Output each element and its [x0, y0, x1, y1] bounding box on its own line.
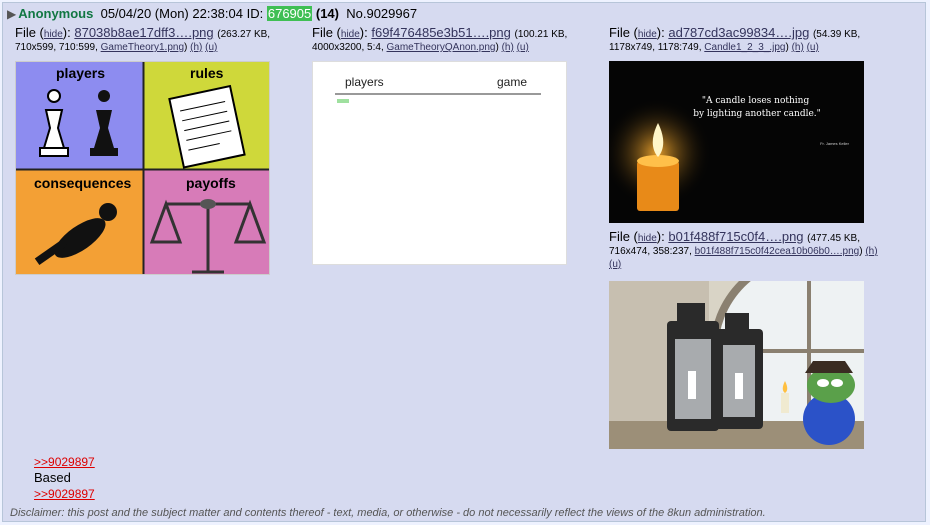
lanterns-frog-image — [609, 281, 864, 449]
file-info-3: File (hide): ad787cd3ac99834….jpg (54.39… — [609, 25, 861, 53]
label-payoffs: payoffs — [186, 175, 236, 191]
file-size: (54.39 KB, — [812, 29, 861, 40]
file-prefix: File ( — [15, 25, 44, 40]
file-meta: 4000x3200, 5:4, — [312, 42, 384, 53]
hide-link[interactable]: hide — [638, 233, 657, 244]
file-size: (477.45 KB, — [807, 233, 860, 244]
file-meta: 1178x749, 1178:749, — [609, 42, 702, 53]
file-link[interactable]: 87038b8ae17dff3….png — [74, 25, 213, 40]
file-link[interactable]: ad787cd3ac99834….jpg — [668, 25, 809, 40]
file-link[interactable]: f69f476485e3b51….png — [371, 25, 511, 40]
u-link[interactable]: (u) — [609, 259, 621, 270]
hide-link[interactable]: hide — [638, 29, 657, 40]
collapse-triangle-icon[interactable]: ▶ — [7, 7, 16, 21]
id-label: ID: — [246, 6, 264, 21]
u-link[interactable]: (u) — [205, 42, 217, 53]
file-thumbnail-4[interactable] — [609, 281, 864, 449]
game-theory-image: players rules consequences payoffs — [16, 62, 269, 274]
label-rules: rules — [190, 65, 224, 81]
u-link[interactable]: (u) — [517, 42, 529, 53]
original-filename[interactable]: GameTheoryQAnon.png — [387, 42, 496, 53]
file-info-2: File (hide): f69f476485e3b51….png (100.2… — [312, 25, 568, 53]
post-container: ▶ Anonymous 05/04/20 (Mon) 22:38:04 ID: 6… — [2, 2, 926, 522]
u-link[interactable]: (u) — [807, 42, 819, 53]
post-text: Based — [34, 470, 71, 485]
hide-link[interactable]: hide — [44, 29, 63, 40]
file-info-4: File (hide): b01f488f715c0f4….png (477.4… — [609, 229, 878, 270]
original-filename[interactable]: GameTheory1.png — [101, 42, 184, 53]
original-filename[interactable]: Candle1_2_3_.jpg — [704, 42, 785, 53]
label-game: game — [497, 75, 527, 89]
post-intro: ▶ Anonymous 05/04/20 (Mon) 22:38:04 ID: 6… — [7, 6, 417, 21]
file-prefix: File ( — [609, 229, 638, 244]
file-meta: 716x474, 358:237, — [609, 246, 692, 257]
reply-quote-link[interactable]: >>9029897 — [34, 487, 95, 501]
original-filename[interactable]: b01f488f715c0f42cea10b06b0….png — [695, 246, 860, 257]
hide-link[interactable]: hide — [341, 29, 360, 40]
label-players: players — [345, 75, 384, 89]
file-prefix: File ( — [312, 25, 341, 40]
post-count: (14) — [315, 6, 339, 21]
file-thumbnail-2[interactable]: players game — [312, 61, 567, 265]
reply-quote-link[interactable]: >>9029897 — [34, 455, 95, 469]
h-link[interactable]: (h) — [190, 42, 202, 53]
label-consequences: consequences — [34, 175, 131, 191]
post-body: >>9029897 Based >>9029897 — [34, 454, 95, 502]
h-link[interactable]: (h) — [502, 42, 514, 53]
poster-name: Anonymous — [18, 6, 94, 21]
post-date: 05/04/20 (Mon) 22:38:04 — [100, 6, 243, 21]
file-meta: 710x599, 710:599, — [15, 42, 98, 53]
h-link[interactable]: (h) — [865, 246, 877, 257]
post-number[interactable]: No.9029967 — [346, 6, 417, 21]
file-thumbnail-3[interactable]: "A candle loses nothing by lighting anot… — [609, 61, 864, 223]
poster-id[interactable]: 676905 — [266, 6, 313, 21]
file-size: (100.21 KB, — [514, 29, 568, 40]
file-prefix: File ( — [609, 25, 638, 40]
quote-attribution: Fr. James Keller — [820, 141, 850, 146]
players-game-image: players game — [335, 75, 541, 103]
disclaimer: Disclaimer: this post and the subject ma… — [10, 507, 766, 519]
label-players: players — [56, 65, 105, 81]
file-info-1: File (hide): 87038b8ae17dff3….png (263.2… — [15, 25, 271, 53]
candle-image: "A candle loses nothing by lighting anot… — [609, 61, 864, 223]
file-size: (263.27 KB, — [217, 29, 271, 40]
file-thumbnail-1[interactable]: players rules consequences payoffs — [15, 61, 270, 275]
file-link[interactable]: b01f488f715c0f4….png — [668, 229, 803, 244]
h-link[interactable]: (h) — [792, 42, 804, 53]
